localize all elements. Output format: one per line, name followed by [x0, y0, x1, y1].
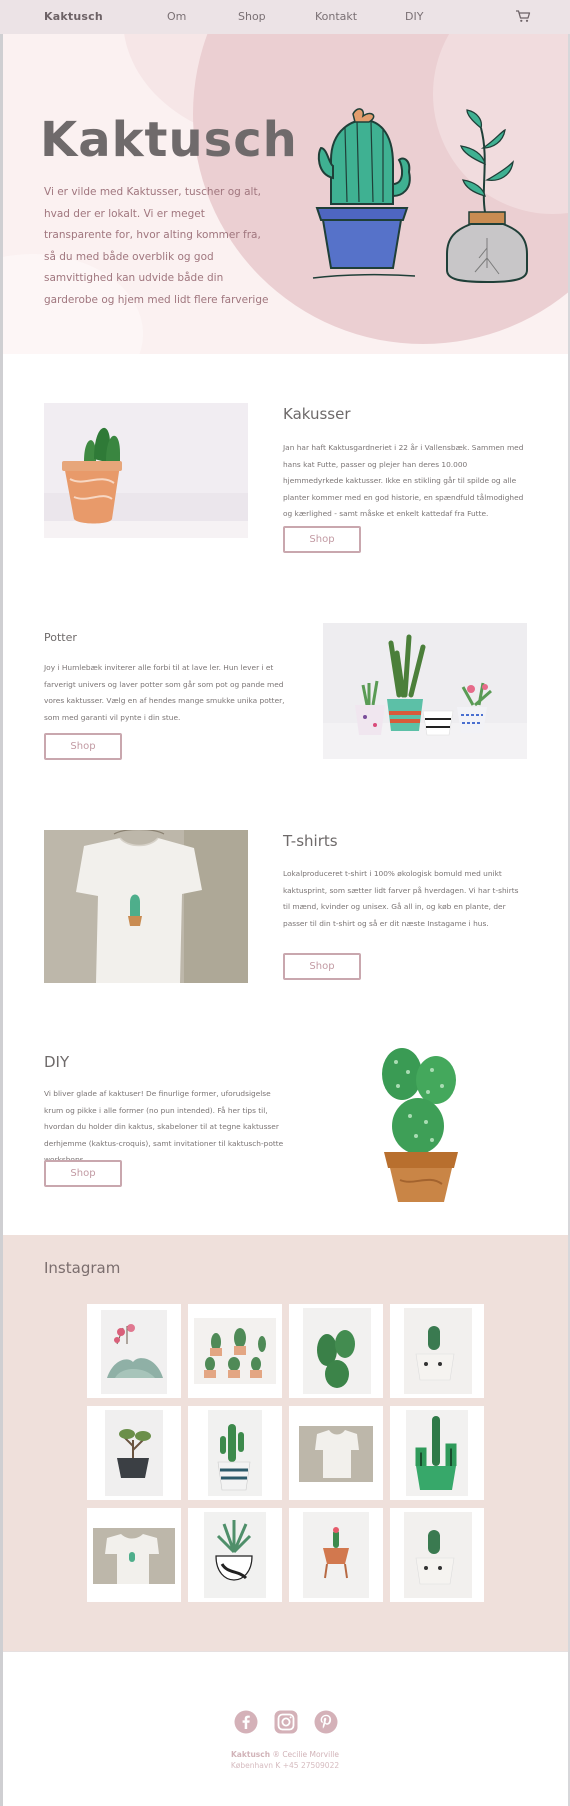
nav-link-shop[interactable]: Shop — [238, 10, 266, 23]
instagram-tile[interactable] — [87, 1304, 181, 1398]
section-text-potter: Joy i Humlebæk inviterer alle forbi til … — [44, 663, 285, 722]
section-title-potter: Potter — [44, 631, 77, 644]
shop-button-diy[interactable]: Shop — [44, 1160, 122, 1187]
footer-contact: København K +45 27509022 — [230, 1761, 340, 1770]
watercolor-cactus-illustration — [382, 1048, 458, 1202]
instagram-icon[interactable] — [274, 1710, 298, 1734]
hero-title: Kaktusch — [40, 112, 298, 168]
facebook-icon[interactable] — [234, 1710, 258, 1734]
nav-link-kontakt[interactable]: Kontakt — [315, 10, 357, 23]
pots-photo — [323, 623, 527, 759]
cart-icon[interactable] — [515, 9, 531, 23]
instagram-tile[interactable] — [87, 1508, 181, 1602]
hero-text: Vi er vilde med Kaktusser, tuscher og al… — [44, 186, 269, 306]
shop-button-tshirts[interactable]: Shop — [283, 953, 361, 980]
cactus-illustration — [312, 108, 528, 284]
instagram-tile[interactable] — [289, 1406, 383, 1500]
top-nav: Kaktusch Om Shop Kontakt DIY — [0, 0, 570, 34]
shop-button-kakusser[interactable]: Shop — [283, 526, 361, 553]
section-text-tshirts: Lokalproduceret t-shirt i 100% økologisk… — [283, 869, 519, 928]
instagram-tile[interactable] — [188, 1304, 282, 1398]
cactus-photo — [44, 403, 248, 538]
footer-copyright-text: ® Cecilie Morville — [270, 1750, 339, 1759]
instagram-tile[interactable] — [390, 1406, 484, 1500]
section-title-kakusser: Kakusser — [283, 405, 351, 423]
shop-button-potter[interactable]: Shop — [44, 733, 122, 760]
footer-copyright: Kaktusch ® Cecilie Morville — [0, 1750, 570, 1759]
instagram-tile[interactable] — [390, 1304, 484, 1398]
section-text-diy: Vi bliver glade af kaktuser! De finurlig… — [44, 1089, 284, 1164]
footer-divider — [3, 1651, 568, 1652]
pinterest-icon[interactable] — [314, 1710, 338, 1734]
nav-link-om[interactable]: Om — [167, 10, 186, 23]
instagram-tile[interactable] — [87, 1406, 181, 1500]
instagram-tile[interactable] — [188, 1406, 282, 1500]
footer-brand: Kaktusch — [231, 1750, 271, 1759]
instagram-title: Instagram — [44, 1259, 121, 1277]
instagram-tile[interactable] — [188, 1508, 282, 1602]
section-title-diy: DIY — [44, 1053, 70, 1071]
instagram-tile[interactable] — [289, 1304, 383, 1398]
tshirt-photo — [44, 830, 248, 983]
section-text-kakusser: Jan har haft Kaktusgardneriet i 22 år i … — [283, 443, 524, 518]
nav-link-diy[interactable]: DIY — [405, 10, 423, 23]
section-title-tshirts: T-shirts — [283, 832, 338, 850]
instagram-tile[interactable] — [390, 1508, 484, 1602]
instagram-tile[interactable] — [289, 1508, 383, 1602]
nav-brand[interactable]: Kaktusch — [44, 10, 103, 23]
instagram-section: Instagram — [3, 1235, 568, 1651]
